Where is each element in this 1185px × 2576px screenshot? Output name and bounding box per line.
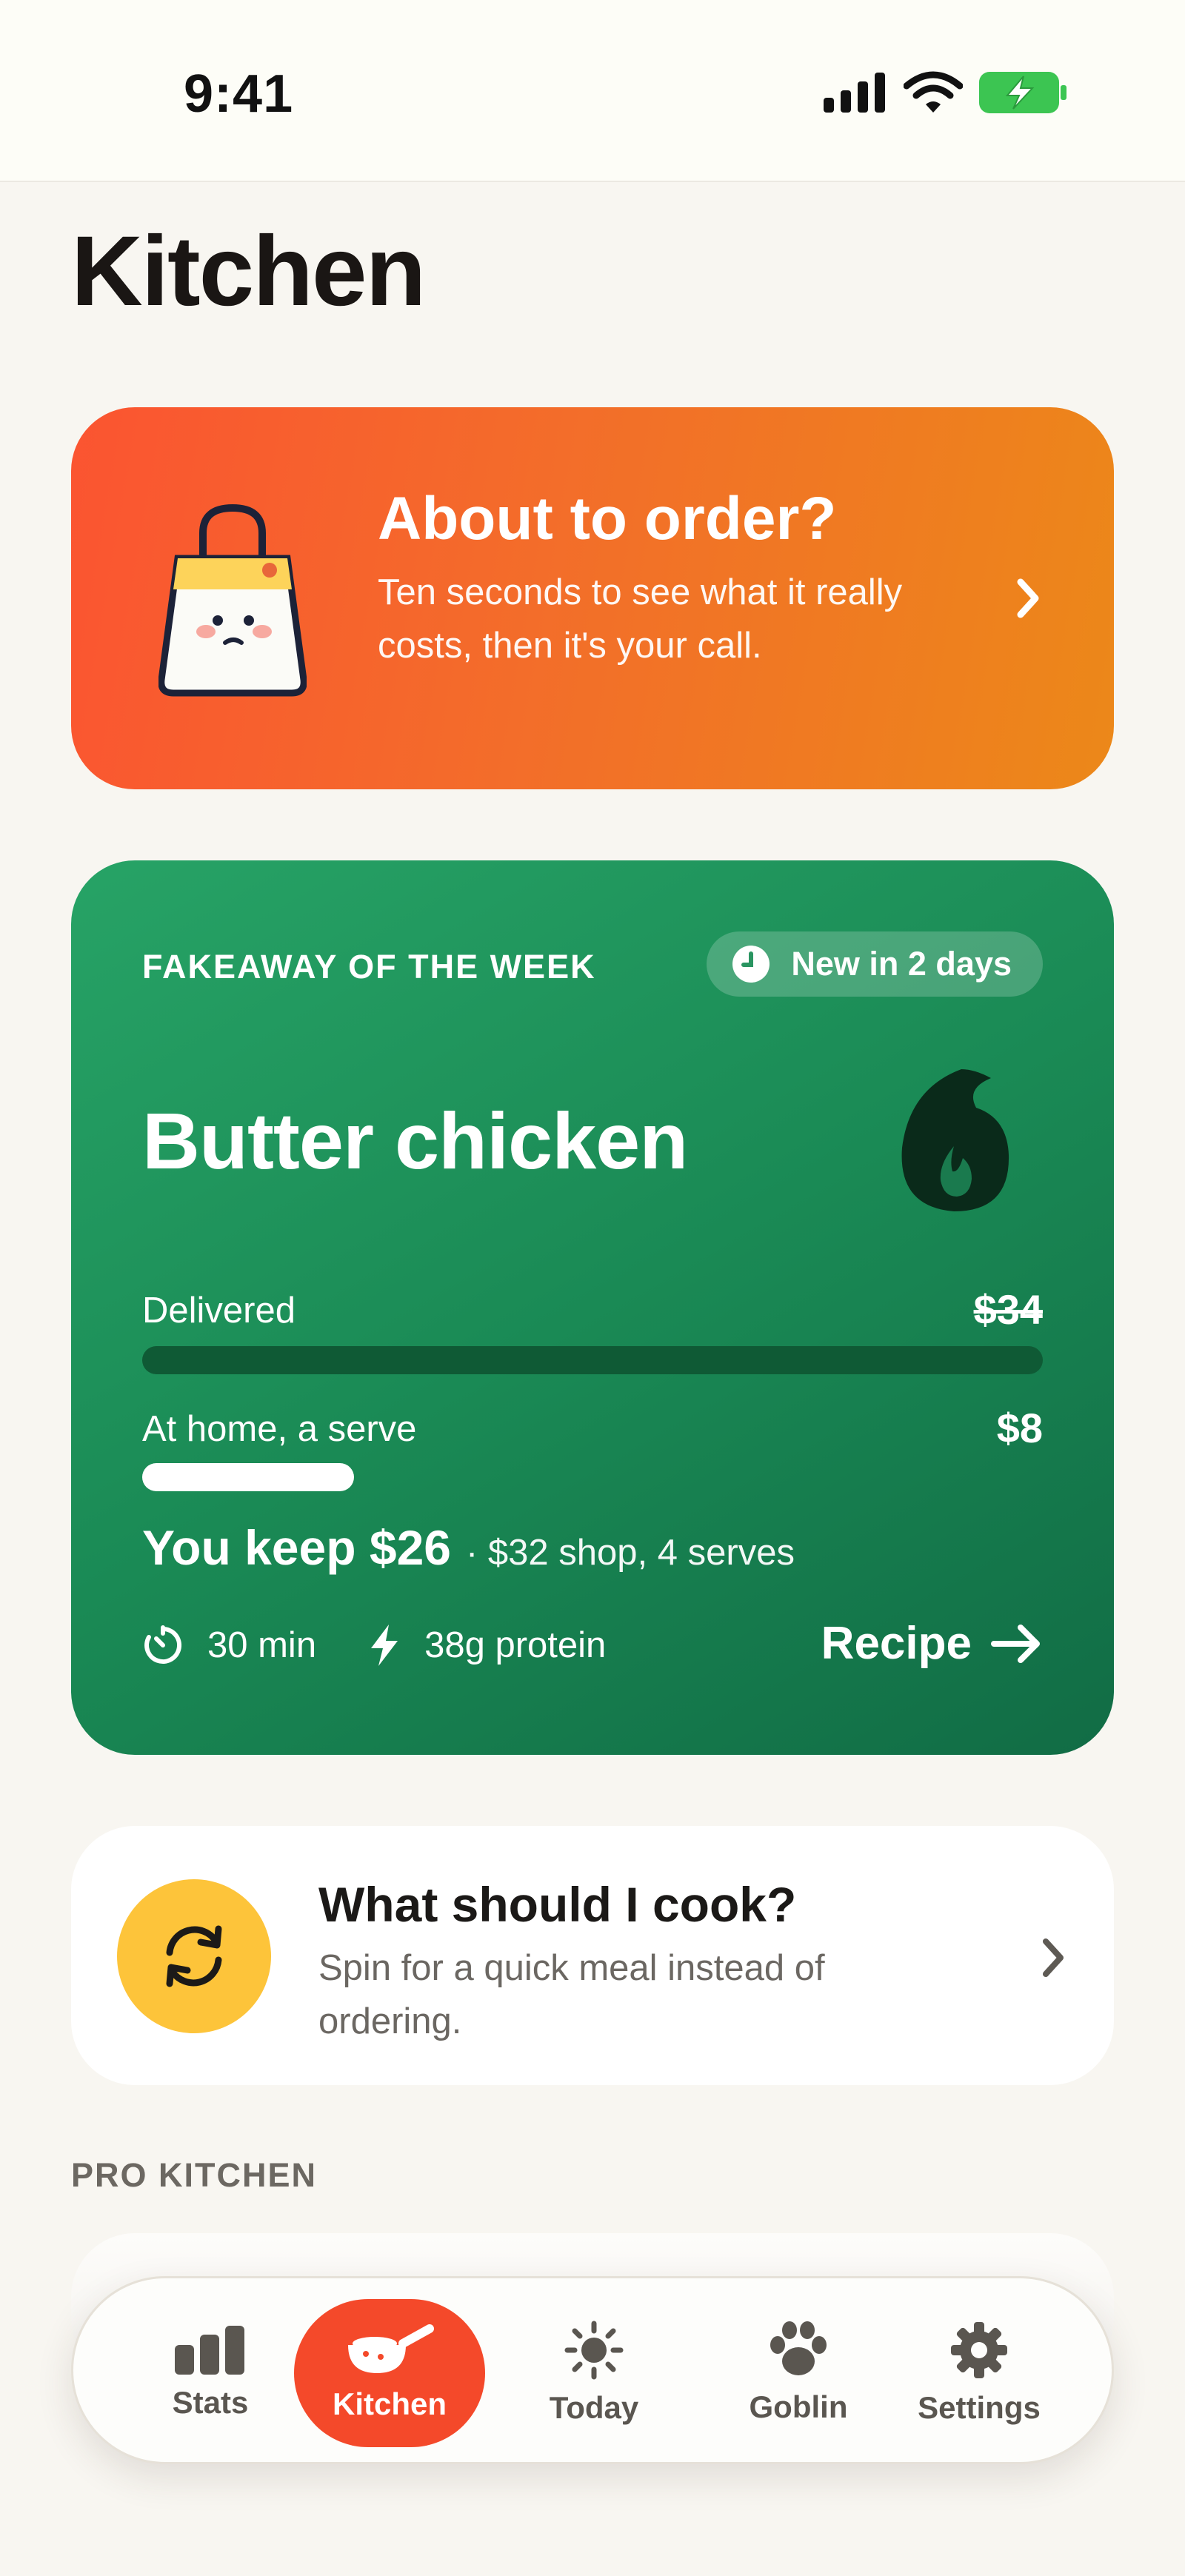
recipe-button-label: Recipe	[821, 1618, 972, 1669]
recipe-meta: 30 min 38g protein	[142, 1623, 658, 1667]
bar-chart-icon	[175, 2326, 244, 2375]
fakeaway-label: FAKEAWAY OF THE WEEK	[142, 948, 596, 986]
cellular-signal-icon	[824, 73, 885, 113]
home-serve-price: $8	[996, 1405, 1043, 1451]
shop-serves-detail: · $32 shop, 4 serves	[465, 1533, 795, 1573]
cook-time-label: 30 min	[207, 1625, 317, 1665]
clock-icon	[732, 946, 770, 983]
lightning-icon	[371, 1625, 398, 1666]
cook-card-subtitle: Spin for a quick meal instead of orderin…	[318, 1948, 825, 2041]
tab-today[interactable]: Today	[498, 2299, 690, 2447]
bottom-tab-bar: Stats Kitchen Today Goblin Settings	[71, 2276, 1114, 2464]
status-bar: 9:41	[0, 0, 1185, 182]
tab-kitchen[interactable]: Kitchen	[294, 2299, 485, 2447]
tab-stats-label: Stats	[172, 2385, 249, 2420]
tab-settings[interactable]: Settings	[884, 2299, 1075, 2447]
delivered-cost-bar	[142, 1346, 1043, 1374]
refresh-arrows-icon	[166, 1925, 222, 1987]
status-icons	[824, 71, 1066, 114]
home-cost-bar	[142, 1463, 354, 1491]
order-card-subtitle: Ten seconds to see what it really costs,…	[378, 572, 903, 666]
timer-icon	[144, 1625, 182, 1664]
delivered-label: Delivered	[142, 1291, 296, 1331]
tab-goblin[interactable]: Goblin	[703, 2299, 894, 2447]
tab-today-label: Today	[549, 2390, 639, 2425]
new-in-badge: New in 2 days	[707, 931, 1043, 997]
protein-amount: 38g protein	[368, 1623, 606, 1667]
status-time: 9:41	[184, 64, 294, 124]
paw-icon	[770, 2321, 827, 2375]
wifi-icon	[904, 71, 963, 113]
chevron-right-icon	[1043, 1938, 1064, 1977]
cook-time: 30 min	[142, 1625, 316, 1666]
tab-settings-label: Settings	[918, 2390, 1041, 2425]
delivered-price: $34	[973, 1286, 1043, 1333]
pan-icon	[348, 2324, 434, 2373]
recipe-button[interactable]: Recipe	[821, 1617, 1043, 1670]
arrow-right-icon	[991, 1624, 1040, 1663]
protein-label: 38g protein	[424, 1625, 607, 1665]
cook-card-title: What should I cook?	[318, 1877, 797, 1932]
page-title: Kitchen	[71, 216, 426, 327]
spin-button[interactable]	[117, 1879, 271, 2033]
tab-kitchen-label: Kitchen	[332, 2386, 447, 2421]
gear-icon	[951, 2322, 1007, 2378]
tab-goblin-label: Goblin	[749, 2389, 848, 2424]
what-should-i-cook-card[interactable]: What should I cook? Spin for a quick mea…	[71, 1826, 1114, 2085]
flame-icon	[901, 1069, 1009, 1211]
battery-charging-icon	[979, 72, 1066, 113]
home-serve-label: At home, a serve	[142, 1409, 417, 1449]
sun-icon	[564, 2321, 624, 2380]
tab-stats[interactable]: Stats	[115, 2299, 306, 2447]
order-card-title: About to order?	[378, 485, 837, 552]
savings-summary: You keep $26 · $32 shop, 4 serves	[142, 1519, 795, 1576]
pro-kitchen-section-label: PRO KITCHEN	[71, 2156, 318, 2194]
you-keep-amount: You keep $26	[142, 1520, 451, 1575]
new-in-badge-label: New in 2 days	[791, 945, 1012, 983]
shopping-bag-mascot-icon	[158, 504, 307, 697]
fakeaway-card: FAKEAWAY OF THE WEEK New in 2 days Butte…	[71, 860, 1114, 1755]
about-to-order-card[interactable]: About to order? Ten seconds to see what …	[71, 407, 1114, 789]
chevron-right-icon	[1017, 578, 1039, 618]
dish-title: Butter chicken	[142, 1096, 688, 1185]
